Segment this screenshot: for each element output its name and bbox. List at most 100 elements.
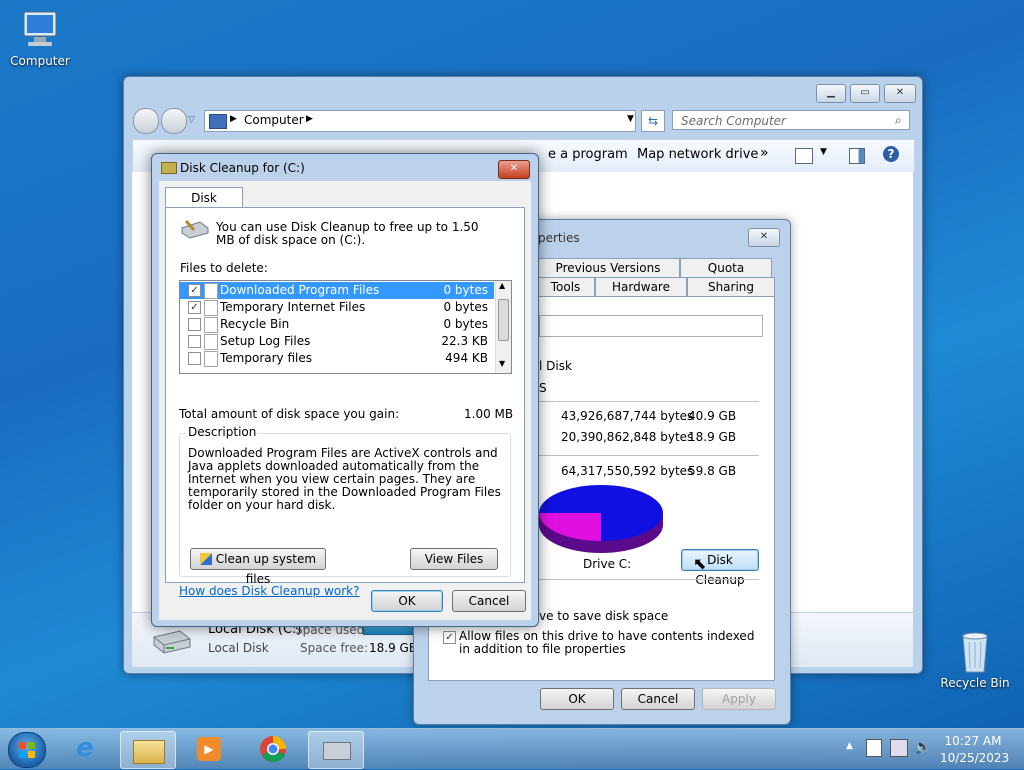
index-checkbox[interactable]: ✓ xyxy=(443,631,456,644)
file-size: 0 bytes xyxy=(443,317,488,331)
maximize-button[interactable]: ▭ xyxy=(850,84,880,103)
file-checkbox[interactable] xyxy=(188,335,201,348)
breadcrumb-arrow-icon[interactable]: ▶ xyxy=(306,114,313,124)
computer-small-icon xyxy=(209,114,227,129)
divider xyxy=(539,579,759,580)
tab-sharing[interactable]: Sharing xyxy=(687,277,775,297)
tab-quota[interactable]: Quota xyxy=(680,258,772,278)
file-system: S xyxy=(539,381,547,395)
taskbar-disk-cleanup[interactable] xyxy=(308,731,364,769)
internet-explorer-icon: e xyxy=(76,733,94,763)
uninstall-program-button[interactable]: e a program xyxy=(548,147,628,162)
desktop-icon-recycle-bin[interactable]: Recycle Bin xyxy=(937,630,1013,690)
search-icon[interactable]: ⌕ xyxy=(895,113,902,128)
dialog-title: Disk Cleanup for (C:) xyxy=(180,161,305,175)
taskbar-media-player[interactable]: ▶ xyxy=(183,731,237,767)
file-name: Temporary Internet Files xyxy=(220,300,366,314)
cancel-button[interactable]: Cancel xyxy=(452,590,526,612)
list-scrollbar[interactable]: ▲ ▼ xyxy=(495,281,511,373)
list-item[interactable]: ✓ Temporary Internet Files 0 bytes xyxy=(180,299,494,316)
files-to-delete-label: Files to delete: xyxy=(180,261,268,275)
file-checkbox[interactable] xyxy=(188,352,201,365)
close-button[interactable]: ✕ xyxy=(748,228,780,247)
free-space-bytes: 20,390,862,848 bytes xyxy=(561,430,694,444)
desktop-icon-computer[interactable]: Computer xyxy=(2,8,78,68)
close-button[interactable]: ✕ xyxy=(498,160,530,179)
tab-tools[interactable]: Tools xyxy=(536,277,595,297)
change-view-icon[interactable] xyxy=(795,148,813,164)
media-player-icon: ▶ xyxy=(197,737,221,761)
files-to-delete-list[interactable]: ▲ ▼ ✓ Downloaded Program Files 0 bytes ✓ Tem… xyxy=(179,280,512,374)
help-icon[interactable]: ? xyxy=(883,146,899,162)
taskbar-file-explorer[interactable] xyxy=(120,731,176,769)
minimize-button[interactable]: ▁ xyxy=(816,84,846,103)
list-item[interactable]: Temporary files 494 KB xyxy=(180,350,494,367)
close-button[interactable]: ✕ xyxy=(884,84,916,103)
disk-cleanup-icon xyxy=(161,162,177,174)
forward-button[interactable] xyxy=(161,108,187,134)
file-checkbox[interactable]: ✓ xyxy=(188,301,201,314)
capacity-bytes: 64,317,550,592 bytes xyxy=(561,464,694,478)
file-icon xyxy=(204,283,218,299)
search-input[interactable]: Search Computer xyxy=(672,110,910,130)
tab-hardware[interactable]: Hardware xyxy=(595,277,687,297)
chevron-down-icon[interactable]: ▼ xyxy=(627,114,634,124)
taskbar-internet-explorer[interactable]: e xyxy=(62,731,116,767)
more-commands-button[interactable]: » xyxy=(760,145,769,161)
view-files-button[interactable]: View Files xyxy=(410,548,498,570)
desktop-icon-label: Recycle Bin xyxy=(940,676,1010,690)
tab-disk-cleanup[interactable]: Disk Cleanup xyxy=(165,187,243,225)
show-hidden-icons[interactable]: ▲ xyxy=(846,741,853,751)
file-name: Recycle Bin xyxy=(220,317,290,331)
compress-drive-label: ve to save disk space xyxy=(539,609,669,623)
network-icon[interactable] xyxy=(890,739,908,757)
drive-caption: Drive C: xyxy=(583,557,632,571)
cancel-button[interactable]: Cancel xyxy=(621,688,695,710)
list-item[interactable]: ✓ Downloaded Program Files 0 bytes xyxy=(180,282,494,299)
free-space-gb: 18.9 GB xyxy=(688,430,737,444)
clock-time[interactable]: 10:27 AM xyxy=(944,734,1002,748)
taskbar-chrome[interactable] xyxy=(246,731,300,767)
used-space-gb: 40.9 GB xyxy=(688,409,737,423)
list-item[interactable]: Recycle Bin 0 bytes xyxy=(180,316,494,333)
breadcrumb[interactable]: Computer xyxy=(244,113,304,127)
tab-previous-versions[interactable]: Previous Versions xyxy=(536,258,680,278)
file-icon xyxy=(204,334,218,350)
capacity-gb: 59.8 GB xyxy=(688,464,737,478)
refresh-icon[interactable]: ⇆ xyxy=(641,110,665,132)
recent-pages-icon[interactable]: ▽ xyxy=(188,115,195,125)
drive-type: l Disk xyxy=(539,359,572,373)
description-group: Description Downloaded Program Files are… xyxy=(179,425,511,586)
list-item[interactable]: Setup Log Files 22.3 KB xyxy=(180,333,494,350)
total-gain-label: Total amount of disk space you gain: xyxy=(179,407,400,421)
mouse-cursor-icon: ⬉ xyxy=(693,554,707,573)
clock-date[interactable]: 10/25/2023 xyxy=(940,751,1009,765)
help-link[interactable]: How does Disk Cleanup work? xyxy=(179,584,360,598)
folder-icon xyxy=(133,740,165,764)
preview-pane-icon[interactable] xyxy=(849,148,865,164)
recycle-bin-icon xyxy=(951,630,999,674)
ok-button[interactable]: OK xyxy=(540,688,614,710)
apply-button[interactable]: Apply xyxy=(702,688,776,710)
file-checkbox[interactable]: ✓ xyxy=(188,284,201,297)
chevron-down-icon[interactable]: ▼ xyxy=(820,147,827,157)
ok-button[interactable]: OK xyxy=(371,590,443,612)
address-bar[interactable]: ▶ Computer ▶ ▼ xyxy=(204,110,636,132)
file-name: Setup Log Files xyxy=(220,334,311,348)
back-button[interactable] xyxy=(133,108,159,134)
desktop-icon-label: Computer xyxy=(10,54,70,68)
disk-cleanup-icon xyxy=(323,742,351,760)
divider xyxy=(539,401,759,402)
clean-up-system-files-button[interactable]: Clean up system files xyxy=(190,548,326,586)
file-name: Downloaded Program Files xyxy=(220,283,380,297)
drive-label-input[interactable] xyxy=(539,315,763,337)
volume-icon[interactable]: 🔈 xyxy=(914,739,931,755)
start-button[interactable] xyxy=(8,732,46,768)
map-network-drive-button[interactable]: Map network drive xyxy=(637,147,758,162)
scrollbar-thumb[interactable] xyxy=(498,299,509,341)
cleanup-intro: You can use Disk Cleanup to free up to 1… xyxy=(216,220,479,247)
file-checkbox[interactable] xyxy=(188,318,201,331)
action-center-icon[interactable] xyxy=(866,739,882,757)
breadcrumb-arrow-icon: ▶ xyxy=(230,114,237,124)
windows-logo-icon xyxy=(19,742,35,758)
